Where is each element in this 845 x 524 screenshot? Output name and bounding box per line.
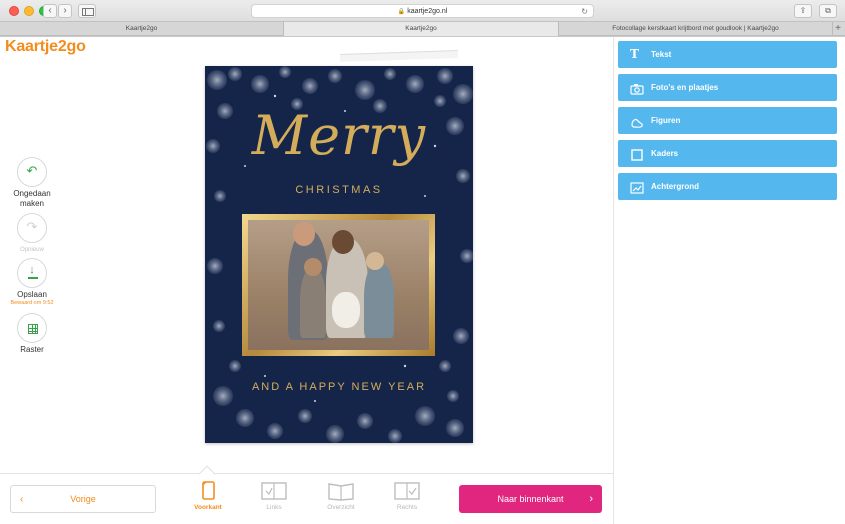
panel-figuren-button[interactable]: Figuren [618, 107, 837, 134]
tab-bar: Kaartje2go Kaartje2go Fotocollage kerstk… [0, 22, 845, 36]
reload-icon[interactable]: ↻ [581, 5, 588, 18]
browser-tab[interactable]: Fotocollage kerstkaart krijtbord met gou… [559, 22, 833, 36]
view-links[interactable]: Links [251, 481, 297, 511]
undo-tool[interactable]: Ongedaan maken [10, 157, 54, 209]
chevron-right-icon: › [63, 5, 67, 16]
back-button[interactable]: ‹ [43, 4, 57, 18]
grid-icon [28, 324, 38, 334]
family-photo[interactable] [248, 220, 429, 350]
save-status: Bewaard om 9:52 [10, 300, 54, 306]
card-right-icon [394, 481, 420, 501]
editor-page: Kaartje2go Ongedaan maken Opnieuw Opslaa… [0, 37, 845, 524]
browser-titlebar: ‹ › 🔒 kaartje2go.nl ↻ ⇪ ⧉ [0, 0, 845, 22]
minimize-window-button[interactable] [24, 6, 34, 16]
next-button[interactable]: Naar binnenkant › [459, 485, 602, 513]
view-label: Overzicht [327, 504, 355, 511]
panel-achtergrond-button[interactable]: Achtergrond [618, 173, 837, 200]
shapes-icon [630, 113, 644, 128]
panel-kaders-button[interactable]: Kaders [618, 140, 837, 167]
background-icon [630, 179, 644, 194]
panel-label: Tekst [651, 50, 672, 59]
forward-button[interactable]: › [58, 4, 72, 18]
tab-overview-button[interactable]: ⧉ [819, 4, 837, 18]
bottom-bar: ‹ Vorige Voorkant Links Overzicht Rechts… [0, 465, 613, 524]
url-text: kaartje2go.nl [407, 8, 448, 15]
panel-label: Kaders [651, 149, 679, 158]
browser-tab-active[interactable]: Kaartje2go [284, 22, 559, 36]
grid-label: Raster [20, 345, 44, 354]
save-tool[interactable]: Opslaan Bewaard om 9:52 [10, 258, 54, 306]
redo-label: Opnieuw [20, 247, 44, 253]
tabs-icon: ⧉ [825, 6, 831, 15]
grid-button[interactable] [17, 313, 47, 343]
photo-frame[interactable] [242, 214, 435, 356]
card-front[interactable]: Merry CHRISTMAS AND A HAPPY NEW YEAR [205, 66, 473, 443]
frame-icon [630, 146, 644, 161]
sidebar-toggle-button[interactable] [78, 4, 96, 18]
redo-tool[interactable]: Opnieuw [10, 213, 54, 255]
logo[interactable]: Kaartje2go [5, 38, 86, 56]
grid-tool[interactable]: Raster [10, 313, 54, 355]
download-icon[interactable] [17, 258, 47, 288]
text-icon: T [630, 47, 639, 61]
view-label: Links [266, 504, 282, 511]
card-left-icon [261, 481, 287, 501]
close-window-button[interactable] [9, 6, 19, 16]
panel-label: Foto's en plaatjes [651, 83, 719, 92]
panel-label: Achtergrond [651, 182, 699, 191]
camera-icon [630, 80, 644, 95]
undo-label: Ongedaan maken [13, 189, 51, 208]
panel-divider [613, 37, 614, 524]
open-book-icon [328, 481, 354, 501]
next-label: Naar binnenkant [497, 494, 564, 504]
view-voorkant[interactable]: Voorkant [185, 481, 231, 511]
chevron-left-icon: ‹ [48, 5, 52, 16]
previous-button[interactable]: ‹ Vorige [10, 485, 156, 513]
card-footer-text[interactable]: AND A HAPPY NEW YEAR [205, 381, 473, 393]
chevron-left-icon: ‹ [20, 494, 24, 505]
chevron-right-icon: › [589, 493, 593, 505]
previous-label: Vorige [70, 494, 96, 504]
redo-icon[interactable] [17, 213, 47, 243]
active-view-notch [198, 465, 216, 483]
undo-icon[interactable] [17, 157, 47, 187]
address-bar[interactable]: 🔒 kaartje2go.nl ↻ [251, 4, 594, 18]
share-button[interactable]: ⇪ [794, 4, 812, 18]
view-label: Rechts [396, 504, 418, 511]
card-front-icon [195, 481, 221, 501]
panel-fotos-button[interactable]: Foto's en plaatjes [618, 74, 837, 101]
card-back-edge [340, 49, 458, 63]
lock-icon: 🔒 [397, 9, 406, 15]
share-icon: ⇪ [799, 6, 807, 15]
view-rechts[interactable]: Rechts [384, 481, 430, 511]
browser-tab[interactable]: Kaartje2go [0, 22, 284, 36]
card-title[interactable]: Merry [205, 104, 473, 167]
save-label: Opslaan [17, 290, 47, 299]
panel-label: Figuren [651, 116, 681, 125]
card-subtitle[interactable]: CHRISTMAS [205, 184, 473, 196]
new-tab-button[interactable]: + [835, 22, 841, 36]
panel-tekst-button[interactable]: T Tekst [618, 41, 837, 68]
view-overzicht[interactable]: Overzicht [318, 481, 364, 511]
view-label: Voorkant [194, 504, 222, 511]
